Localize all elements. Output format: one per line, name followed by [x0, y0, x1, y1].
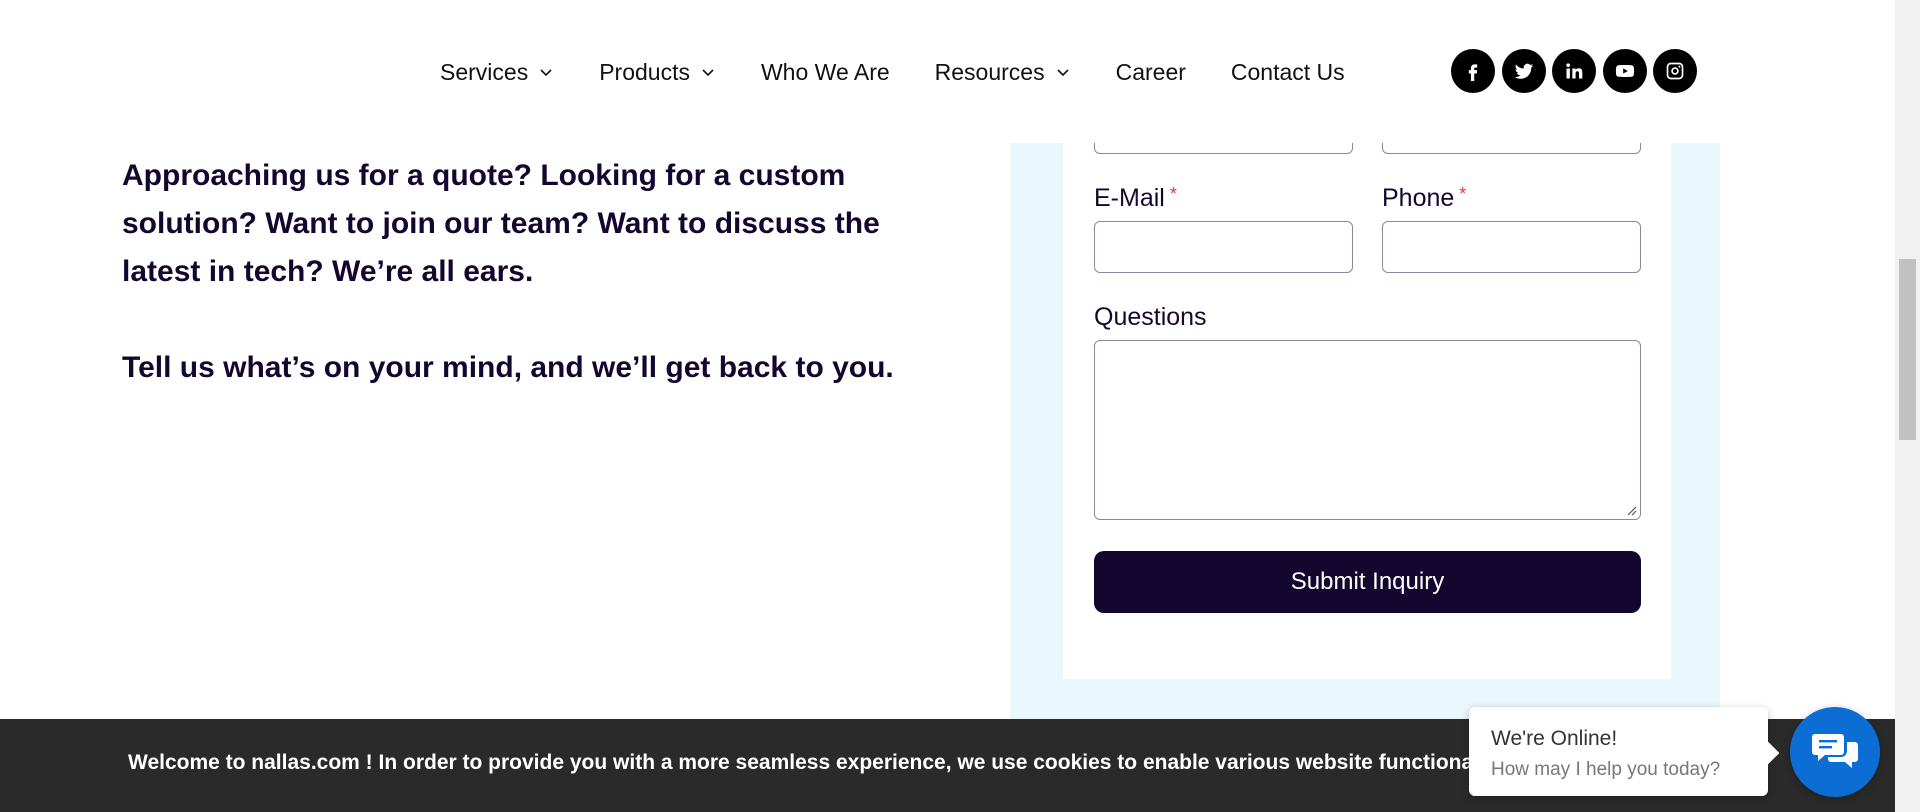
- instagram-icon: [1666, 62, 1684, 80]
- chat-icon: [1812, 734, 1858, 768]
- youtube-link[interactable]: [1602, 49, 1647, 93]
- facebook-icon: [1468, 64, 1478, 81]
- email-field[interactable]: [1094, 221, 1353, 273]
- chat-title: We're Online!: [1491, 727, 1618, 750]
- chevron-down-icon: [540, 69, 552, 77]
- email-label: E-Mail *: [1094, 184, 1177, 212]
- site-header: Services Products Who We Are Resources C…: [0, 0, 1895, 143]
- main-nav: Services Products Who We Are Resources C…: [440, 52, 1390, 92]
- questions-label: Questions: [1094, 303, 1207, 331]
- twitter-link[interactable]: [1501, 49, 1546, 93]
- chevron-down-icon: [702, 69, 714, 77]
- facebook-link[interactable]: [1451, 49, 1495, 93]
- linkedin-icon: [1566, 63, 1583, 79]
- resize-handle-icon[interactable]: [1625, 504, 1637, 516]
- nav-item-label: Career: [1115, 58, 1186, 85]
- cookie-text: Welcome to nallas.com ! In order to prov…: [128, 751, 1525, 775]
- chevron-down-icon: [1057, 69, 1069, 77]
- phone-field[interactable]: [1382, 221, 1641, 273]
- nav-item-who-we-are[interactable]: Who We Are: [761, 59, 890, 86]
- nav-item-services[interactable]: Services: [440, 59, 554, 86]
- linkedin-link[interactable]: [1552, 49, 1596, 93]
- nav-item-career[interactable]: Career: [1116, 59, 1186, 86]
- chat-greeting-bubble[interactable]: We're Online! How may I help you today?: [1469, 707, 1780, 796]
- intro-paragraph: Tell us what’s on your mind, and we’ll g…: [122, 351, 894, 384]
- nav-item-label: Services: [440, 58, 529, 85]
- nav-item-resources[interactable]: Resources: [935, 59, 1071, 86]
- nav-item-products[interactable]: Products: [599, 59, 716, 86]
- nav-item-contact-us[interactable]: Contact Us: [1231, 59, 1345, 86]
- last-name-field[interactable]: [1382, 143, 1641, 154]
- phone-label: Phone *: [1382, 184, 1467, 212]
- nav-item-label: Products: [599, 58, 690, 85]
- contact-intro: Approaching us for a quote? Looking for …: [122, 152, 912, 440]
- nav-item-label: Contact Us: [1230, 58, 1345, 85]
- chat-open-button[interactable]: [1790, 707, 1880, 797]
- intro-paragraph: Approaching us for a quote? Looking for …: [122, 159, 880, 288]
- social-links: [1451, 49, 1704, 93]
- required-marker: *: [1169, 184, 1177, 204]
- submit-inquiry-button[interactable]: Submit Inquiry: [1094, 551, 1641, 613]
- nav-item-label: Who We Are: [760, 58, 890, 85]
- scrollbar-thumb[interactable]: [1899, 259, 1916, 440]
- questions-textarea[interactable]: [1094, 340, 1641, 520]
- required-marker: *: [1459, 184, 1467, 204]
- youtube-icon: [1615, 65, 1634, 77]
- nav-item-label: Resources: [934, 58, 1045, 85]
- twitter-icon: [1514, 63, 1533, 79]
- instagram-link[interactable]: [1653, 49, 1697, 93]
- first-name-field[interactable]: [1094, 143, 1353, 154]
- chat-subtitle: How may I help you today?: [1491, 759, 1721, 780]
